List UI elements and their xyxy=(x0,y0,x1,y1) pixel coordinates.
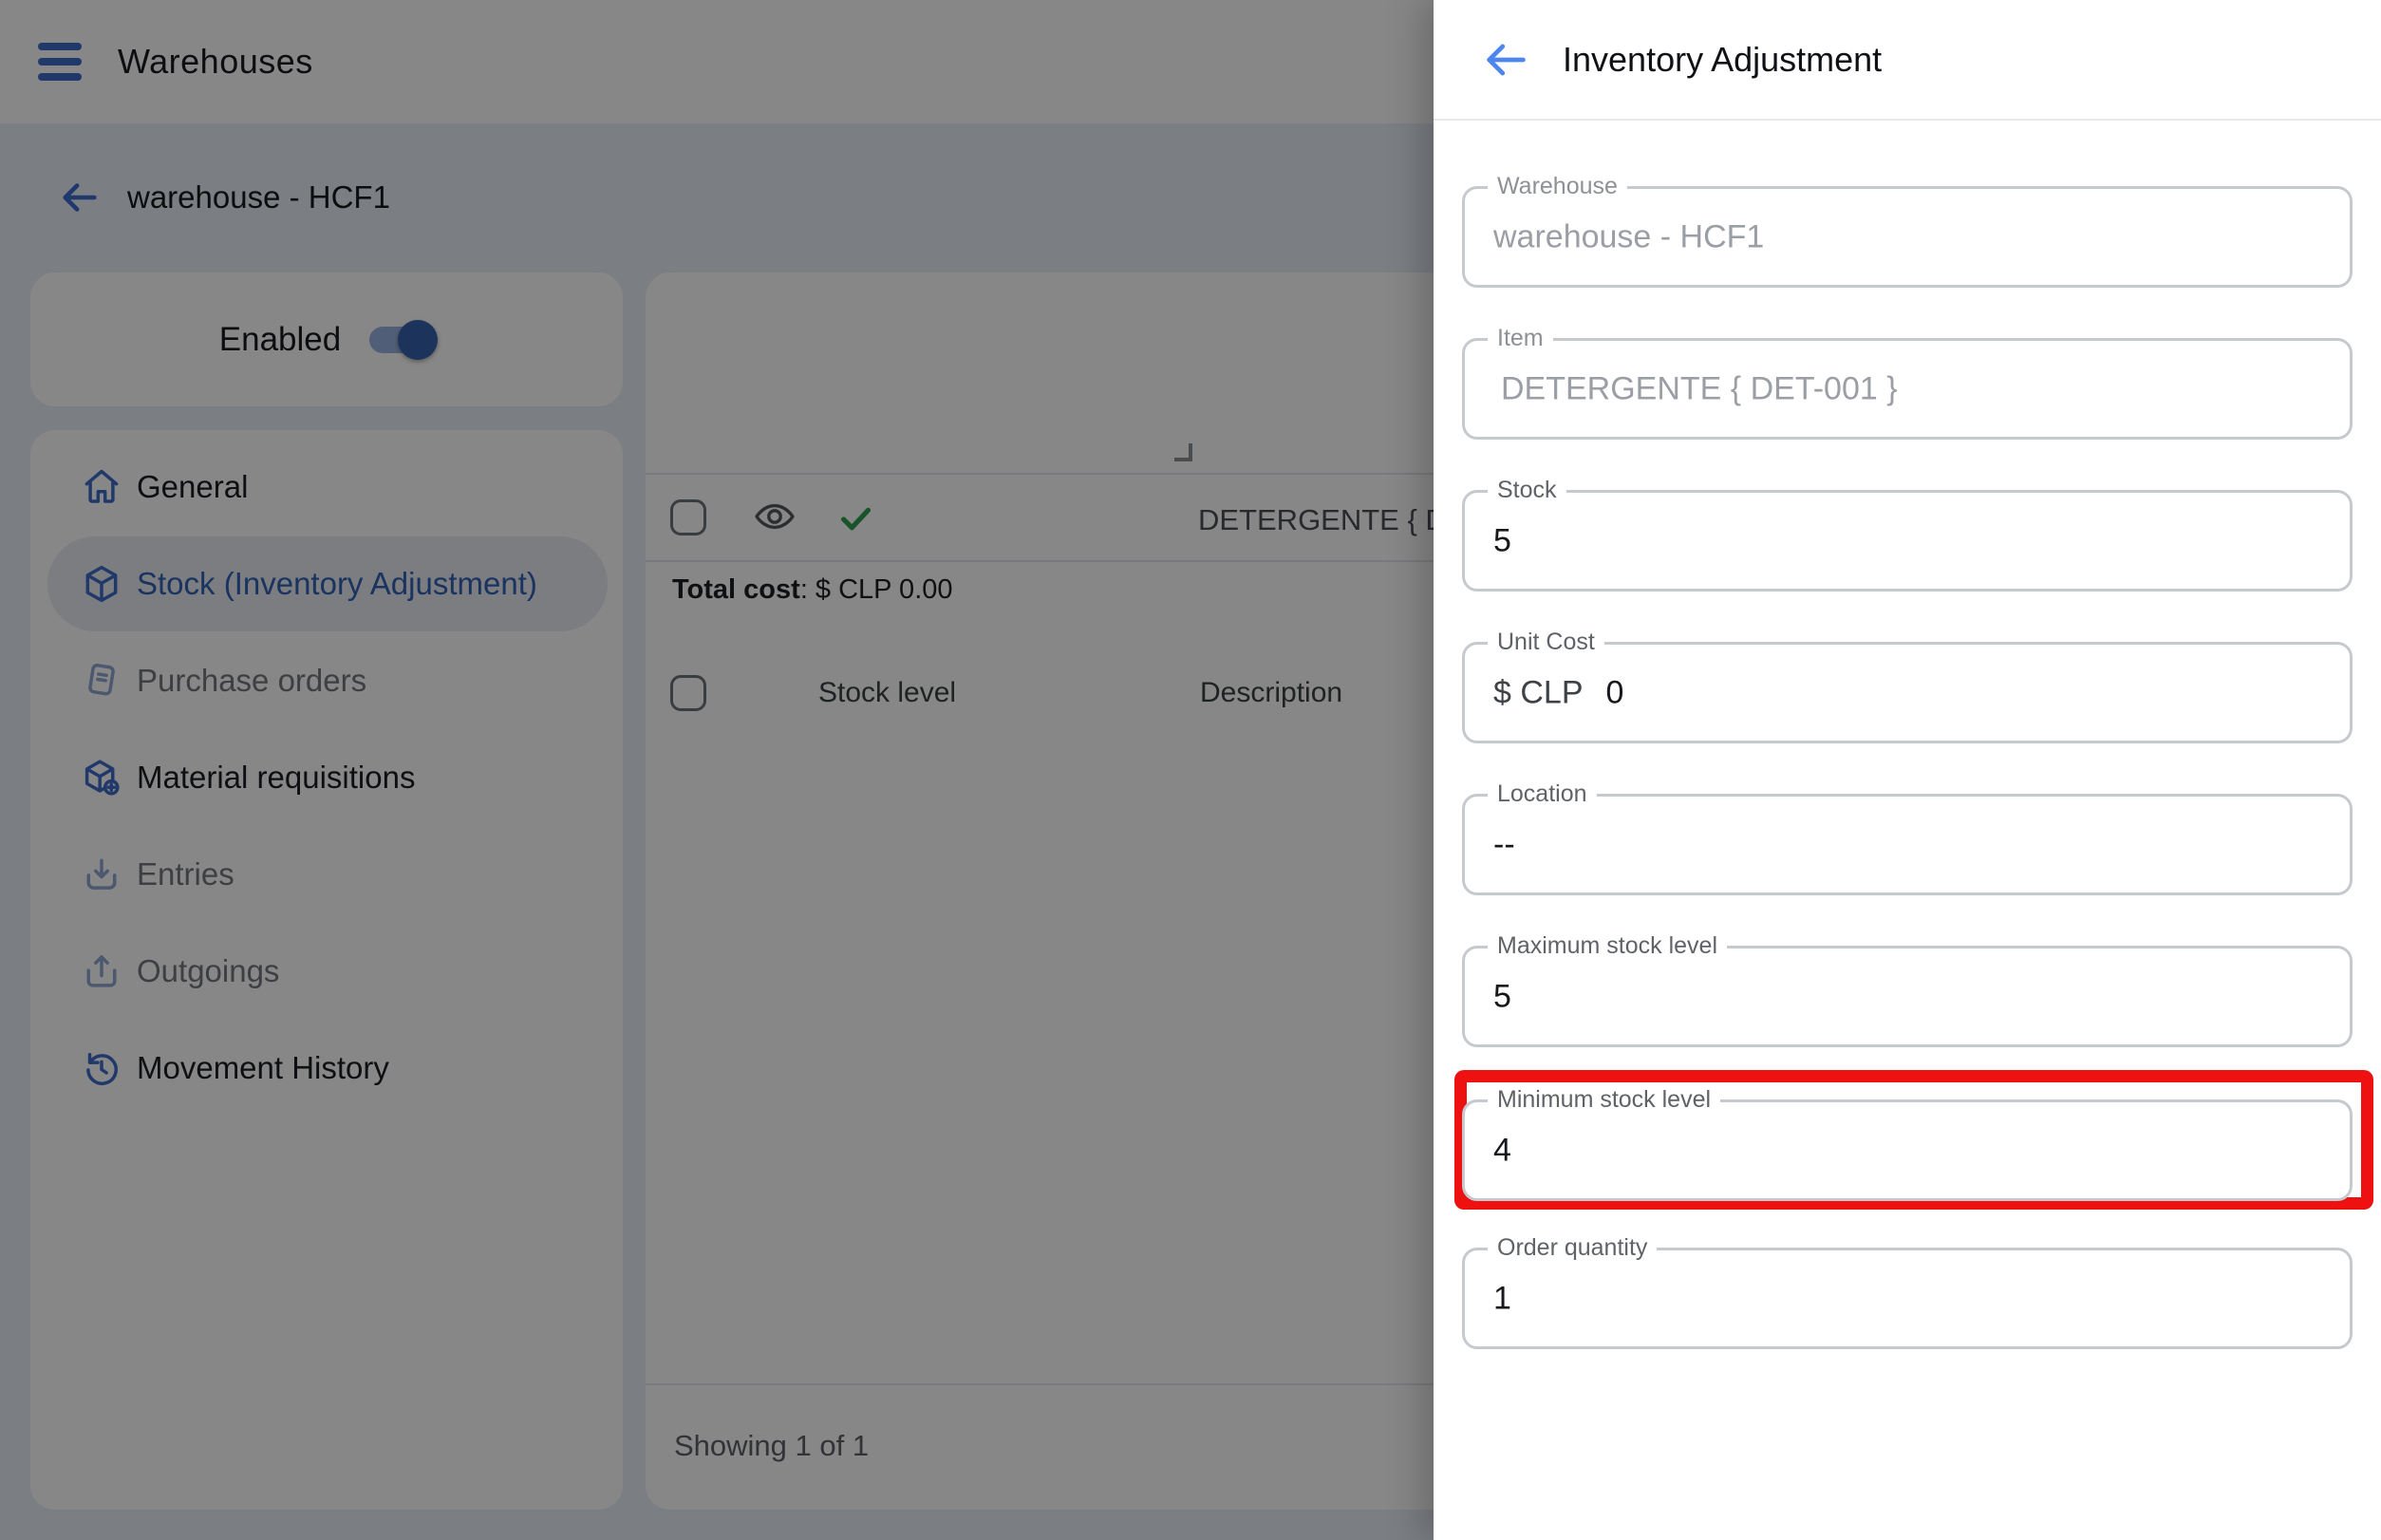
minimum-stock-level-field[interactable]: Minimum stock level 4 xyxy=(1462,1099,2353,1201)
inventory-adjustment-panel: Inventory Adjustment Warehouse warehouse… xyxy=(1434,0,2381,1540)
field-value: 1 xyxy=(1493,1280,1511,1317)
field-value: 5 xyxy=(1493,978,1511,1015)
app-root: Warehouses warehouse - HCF1 Enabled Gene… xyxy=(0,0,2381,1540)
unit-cost-value: 0 xyxy=(1606,674,1624,710)
field-label: Stock xyxy=(1488,477,1566,504)
field-value: 4 xyxy=(1493,1132,1511,1169)
field-value: $ CLP 0 xyxy=(1493,674,1623,711)
field-label: Location xyxy=(1488,780,1597,808)
field-value: 5 xyxy=(1493,522,1511,559)
field-value: warehouse - HCF1 xyxy=(1493,218,1764,255)
field-label: Unit Cost xyxy=(1488,629,1604,656)
panel-header: Inventory Adjustment xyxy=(1434,0,2381,121)
field-label: Warehouse xyxy=(1488,173,1627,200)
item-field: Item DETERGENTE { DET-001 } xyxy=(1462,338,2353,440)
order-quantity-field[interactable]: Order quantity 1 xyxy=(1462,1248,2353,1349)
field-label: Order quantity xyxy=(1488,1234,1657,1262)
warehouse-field: Warehouse warehouse - HCF1 xyxy=(1462,186,2353,288)
location-field[interactable]: Location -- xyxy=(1462,794,2353,895)
field-value: -- xyxy=(1493,826,1515,863)
arrow-left-icon xyxy=(1481,35,1530,85)
field-value: DETERGENTE { DET-001 } xyxy=(1501,370,1898,407)
modal-backdrop[interactable] xyxy=(0,0,1434,1540)
stock-field[interactable]: Stock 5 xyxy=(1462,490,2353,592)
currency-prefix: $ CLP xyxy=(1493,674,1584,710)
panel-back-button[interactable] xyxy=(1477,31,1534,88)
field-label: Minimum stock level xyxy=(1488,1086,1720,1114)
field-label: Item xyxy=(1488,325,1553,352)
maximum-stock-level-field[interactable]: Maximum stock level 5 xyxy=(1462,946,2353,1047)
panel-title: Inventory Adjustment xyxy=(1563,40,1882,80)
field-label: Maximum stock level xyxy=(1488,932,1727,960)
unit-cost-field[interactable]: Unit Cost $ CLP0 xyxy=(1462,642,2353,743)
